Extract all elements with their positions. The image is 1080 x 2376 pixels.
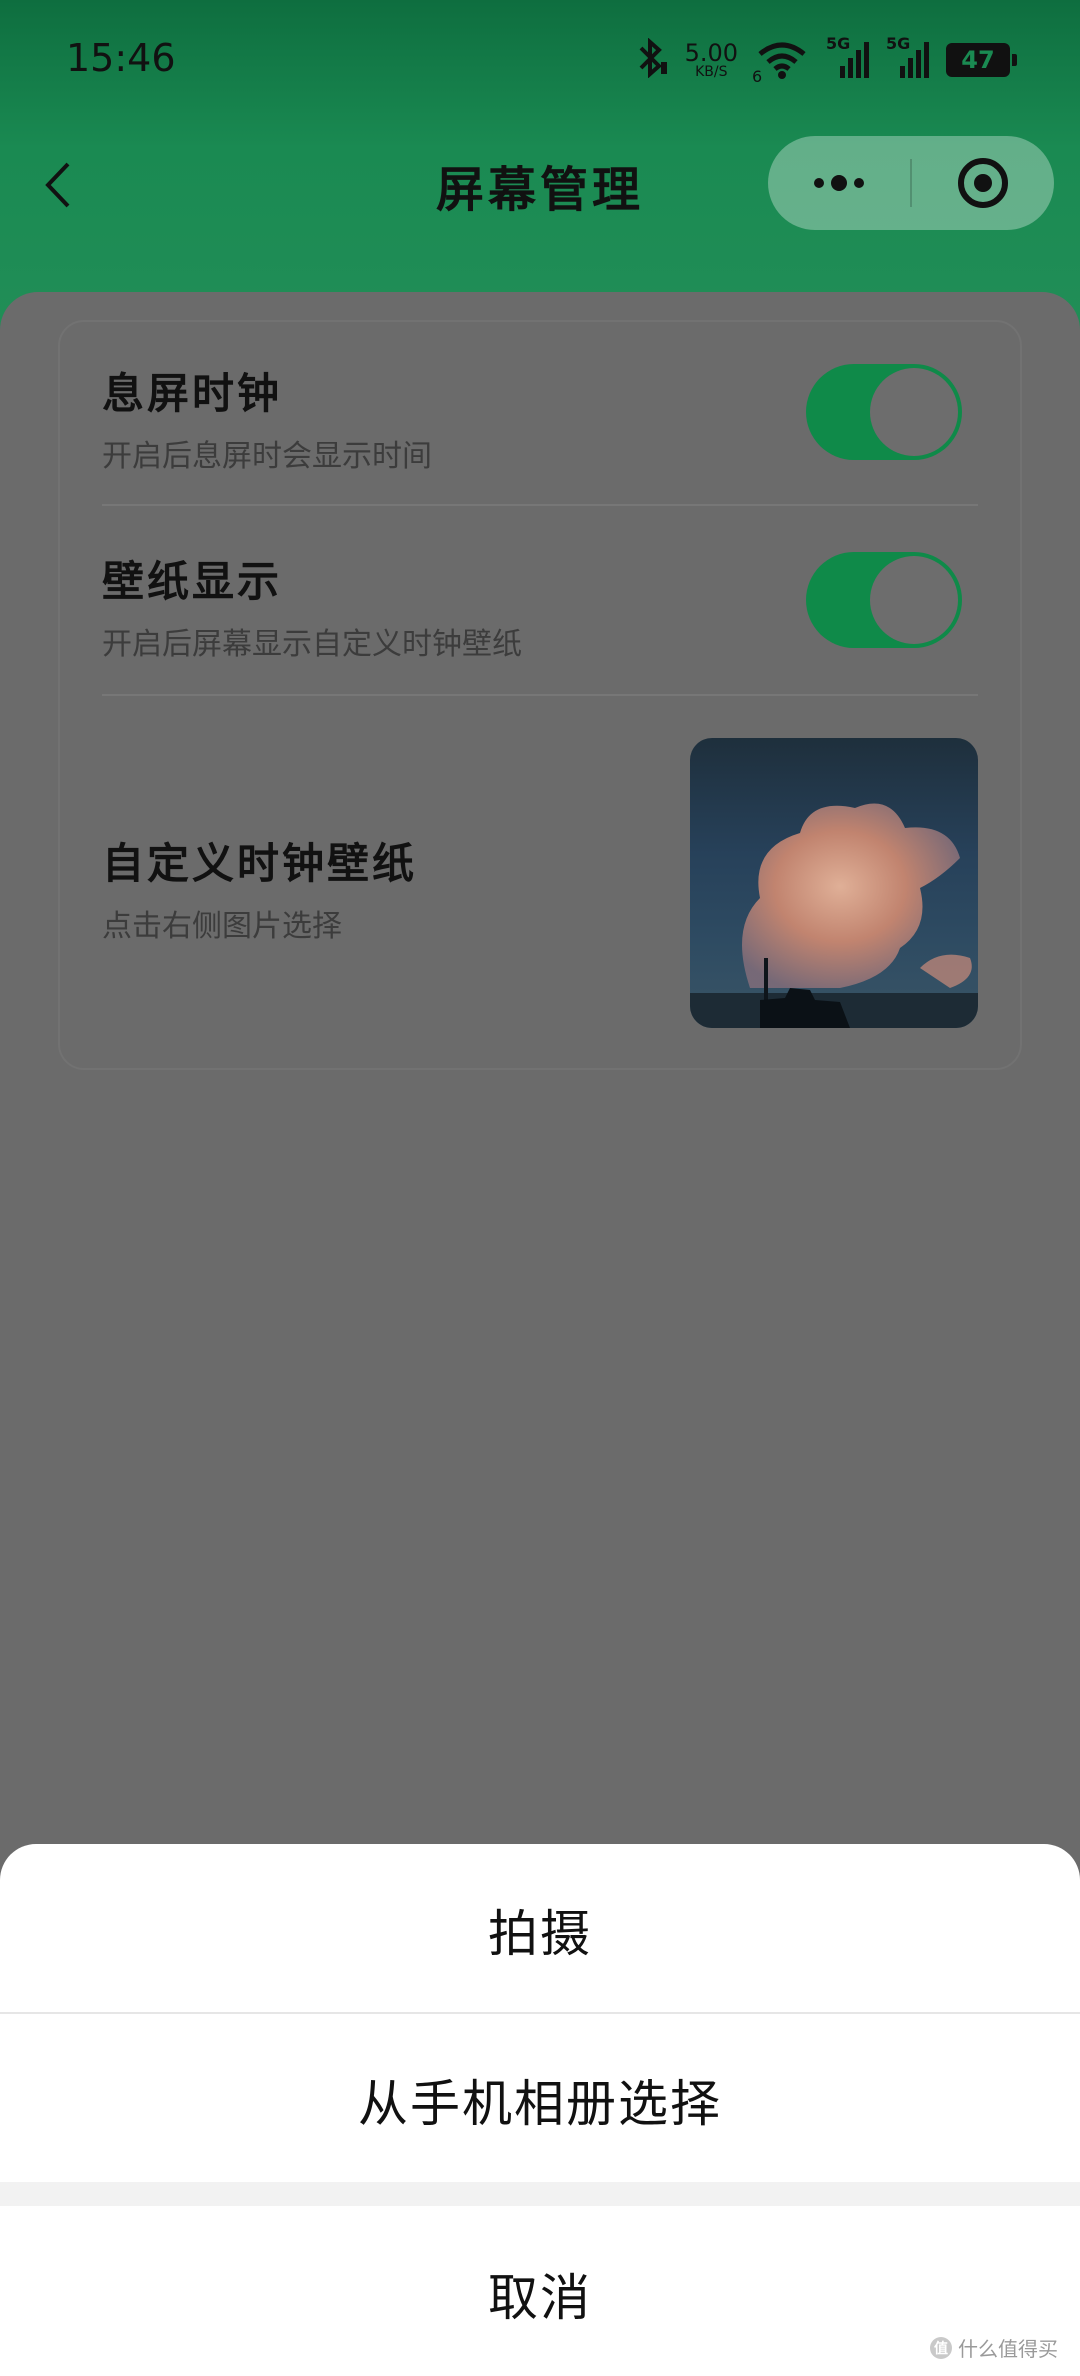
toggle-knob <box>870 368 958 456</box>
sheet-gap <box>0 2182 1080 2206</box>
sheet-divider <box>0 2012 1080 2014</box>
setting-row-custom-wallpaper: 自定义时钟壁纸 点击右侧图片选择 <box>102 830 417 945</box>
setting-subtitle: 点击右侧图片选择 <box>102 909 342 944</box>
watermark-logo-icon: 值 <box>930 2336 952 2359</box>
row-divider <box>102 504 978 506</box>
setting-title: 息屏时钟 <box>102 369 283 418</box>
close-mini-program-button[interactable] <box>912 136 1054 230</box>
setting-row-aod-clock: 息屏时钟 开启后息屏时会显示时间 <box>102 360 432 475</box>
status-icons: 5.00 KB/S 6 5G 5G 47 <box>633 34 1017 86</box>
nav-bar: 屏幕管理 <box>0 120 1080 250</box>
status-time: 15:46 <box>66 36 176 80</box>
watermark-text: 什么值得买 <box>958 2337 1058 2361</box>
cancel-button[interactable]: 取消 <box>0 2258 1080 2330</box>
watermark: 值 什么值得买 <box>930 2333 1058 2362</box>
sim1-label: 5G <box>826 34 851 53</box>
network-speed: 5.00 KB/S <box>685 41 738 79</box>
choose-from-album-option[interactable]: 从手机相册选择 <box>0 2064 1080 2136</box>
setting-row-wallpaper: 壁纸显示 开启后屏幕显示自定义时钟壁纸 <box>102 548 522 663</box>
setting-title: 自定义时钟壁纸 <box>102 839 418 888</box>
bluetooth-icon <box>633 37 669 82</box>
setting-subtitle: 开启后屏幕显示自定义时钟壁纸 <box>102 627 522 662</box>
toggle-knob <box>870 556 958 644</box>
cloud-sunset-image <box>690 803 978 1028</box>
network-speed-unit: KB/S <box>695 64 728 80</box>
action-sheet: 拍摄 从手机相册选择 取消 值 什么值得买 <box>0 1844 1080 2376</box>
wallpaper-thumbnail[interactable] <box>690 738 978 1028</box>
wifi-badge: 6 <box>752 67 763 86</box>
sim2-label: 5G <box>886 34 911 53</box>
more-dots-icon <box>814 175 864 191</box>
row-divider <box>102 694 978 696</box>
battery-icon: 47 <box>946 43 1017 77</box>
take-photo-option[interactable]: 拍摄 <box>0 1894 1080 1966</box>
status-bar: 15:46 5.00 KB/S 6 5G 5G 47 <box>0 0 1080 120</box>
header-background: 15:46 5.00 KB/S 6 5G 5G 47 屏幕管理 <box>0 0 1080 330</box>
wallpaper-display-toggle[interactable] <box>806 552 962 648</box>
mini-program-capsule <box>768 136 1054 230</box>
more-button[interactable] <box>768 136 910 230</box>
setting-title: 壁纸显示 <box>102 557 283 606</box>
signal-sim1-icon: 5G <box>826 34 870 80</box>
target-icon <box>958 158 1008 208</box>
wifi-icon: 6 <box>752 40 810 86</box>
signal-sim2-icon: 5G <box>886 34 930 80</box>
aod-clock-toggle[interactable] <box>806 364 962 460</box>
network-speed-value: 5.00 <box>684 39 738 67</box>
setting-subtitle: 开启后息屏时会显示时间 <box>102 439 432 474</box>
